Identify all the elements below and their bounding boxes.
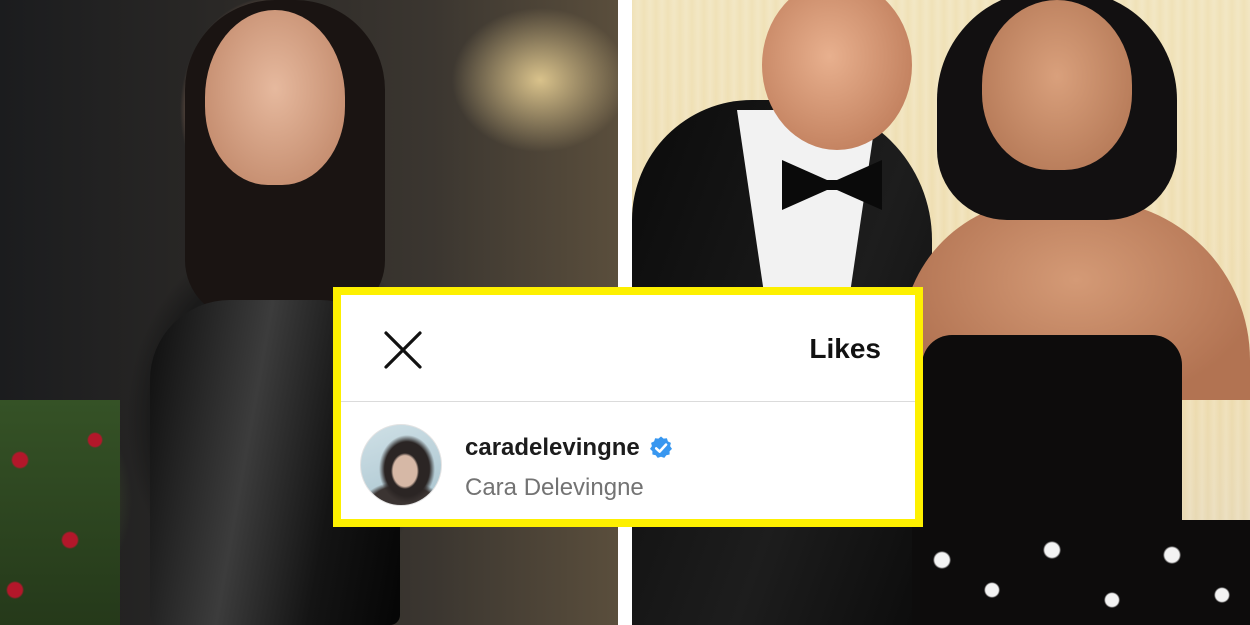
- close-button[interactable]: [375, 322, 431, 378]
- likes-panel: Likes caradelevingne Cara Delevingne: [333, 287, 923, 527]
- verified-badge-icon: [649, 436, 672, 458]
- woman-face: [205, 10, 345, 185]
- avatar[interactable]: [360, 424, 442, 506]
- polka-skirt: [912, 520, 1250, 625]
- woman-face-right: [982, 0, 1132, 170]
- close-icon: [384, 331, 422, 369]
- username-line: caradelevingne: [465, 434, 674, 462]
- likes-header: Likes: [341, 295, 915, 401]
- list-item[interactable]: caradelevingne Cara Delevingne: [341, 402, 915, 519]
- likes-title: Likes: [809, 333, 881, 364]
- flower-wall: [0, 400, 120, 625]
- full-name: Cara Delevingne: [465, 474, 644, 501]
- username[interactable]: caradelevingne: [465, 434, 640, 462]
